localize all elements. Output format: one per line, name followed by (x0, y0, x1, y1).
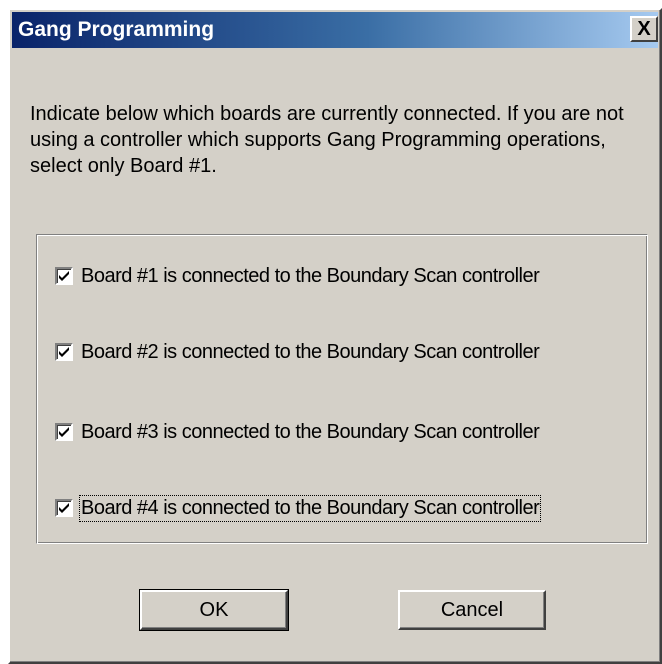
board-1-label[interactable]: Board #1 is connected to the Boundary Sc… (81, 265, 540, 288)
close-button[interactable]: X (630, 16, 658, 42)
dialog-title: Gang Programming (18, 18, 215, 41)
board-2-label[interactable]: Board #2 is connected to the Boundary Sc… (81, 341, 540, 364)
ok-button[interactable]: OK (139, 589, 289, 631)
instructions-text: Indicate below which boards are currentl… (30, 103, 624, 177)
board-1-option[interactable]: Board #1 is connected to the Boundary Sc… (55, 262, 540, 290)
board-2-option[interactable]: Board #2 is connected to the Boundary Sc… (55, 338, 540, 366)
board-4-option[interactable]: Board #4 is connected to the Boundary Sc… (55, 494, 542, 522)
board-1-checkbox[interactable] (55, 267, 73, 285)
board-4-label[interactable]: Board #4 is connected to the Boundary Sc… (78, 494, 542, 522)
checkmark-icon (59, 503, 69, 513)
checkmark-icon (59, 427, 69, 437)
board-2-checkbox[interactable] (55, 343, 73, 361)
board-3-option[interactable]: Board #3 is connected to the Boundary Sc… (55, 418, 540, 446)
boards-group-box: Board #1 is connected to the Boundary Sc… (36, 234, 648, 544)
cancel-button[interactable]: Cancel (398, 590, 546, 630)
board-4-checkbox[interactable] (55, 499, 73, 517)
board-3-label[interactable]: Board #3 is connected to the Boundary Sc… (81, 421, 540, 444)
checkmark-icon (59, 347, 69, 357)
checkmark-icon (59, 271, 69, 281)
title-bar[interactable]: Gang Programming X (12, 12, 658, 48)
board-3-checkbox[interactable] (55, 423, 73, 441)
gang-programming-dialog: Gang Programming X Indicate below which … (8, 8, 662, 664)
close-icon: X (637, 18, 651, 40)
